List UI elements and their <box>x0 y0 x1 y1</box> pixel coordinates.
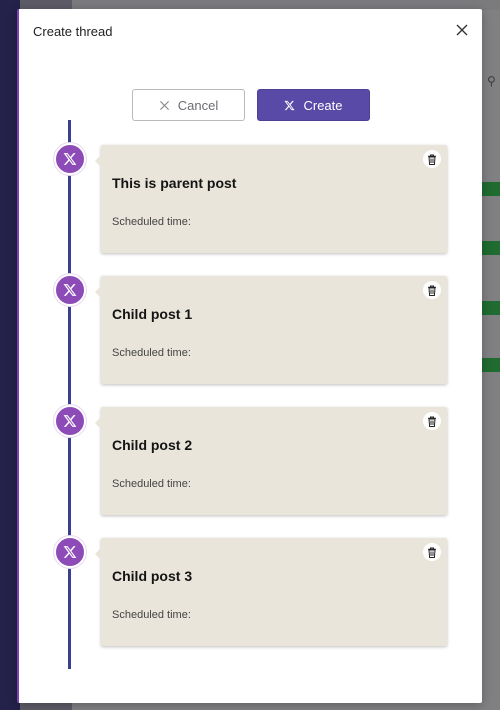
backdrop-status-tag <box>480 241 500 255</box>
scheduled-time-label: Scheduled time: <box>112 478 191 490</box>
thread-timeline <box>68 120 71 669</box>
close-icon <box>456 24 468 35</box>
scheduled-time-label: Scheduled time: <box>112 347 191 359</box>
scheduled-time-label: Scheduled time: <box>112 216 191 228</box>
delete-post-button[interactable] <box>423 412 441 430</box>
create-thread-dialog: Create thread Cancel Create This is pare… <box>17 9 482 703</box>
backdrop-status-tag <box>480 182 500 196</box>
close-icon <box>159 100 169 110</box>
post-card[interactable]: Child post 3 Scheduled time: <box>95 538 447 646</box>
delete-post-button[interactable] <box>423 150 441 168</box>
x-logo-icon <box>63 415 77 427</box>
post-card[interactable]: This is parent post Scheduled time: <box>95 145 447 253</box>
platform-badge <box>54 536 86 568</box>
trash-icon <box>428 547 436 558</box>
cancel-label: Cancel <box>177 97 219 113</box>
close-button[interactable] <box>452 21 472 41</box>
delete-post-button[interactable] <box>423 281 441 299</box>
post-card[interactable]: Child post 1 Scheduled time: <box>95 276 447 384</box>
cancel-button[interactable]: Cancel <box>132 89 245 121</box>
trash-icon <box>428 416 436 427</box>
x-logo-icon <box>63 153 77 165</box>
delete-post-button[interactable] <box>423 543 441 561</box>
trash-icon <box>428 285 436 296</box>
create-button[interactable]: Create <box>257 89 370 121</box>
dialog-title: Create thread <box>33 24 113 39</box>
backdrop-status-tag <box>480 301 500 315</box>
platform-badge <box>54 274 86 306</box>
backdrop-status-tag <box>480 358 500 372</box>
create-label: Create <box>303 97 343 113</box>
x-logo-icon <box>63 284 77 296</box>
post-title: Child post 1 <box>112 306 193 322</box>
backdrop-search-icon: ⚲ <box>487 74 496 88</box>
post-card[interactable]: Child post 2 Scheduled time: <box>95 407 447 515</box>
x-logo-icon <box>284 100 296 110</box>
post-title: Child post 3 <box>112 568 193 584</box>
trash-icon <box>428 154 436 165</box>
post-title: Child post 2 <box>112 437 193 453</box>
platform-badge <box>54 143 86 175</box>
scheduled-time-label: Scheduled time: <box>112 609 191 621</box>
platform-badge <box>54 405 86 437</box>
x-logo-icon <box>63 546 77 558</box>
post-title: This is parent post <box>112 175 237 191</box>
